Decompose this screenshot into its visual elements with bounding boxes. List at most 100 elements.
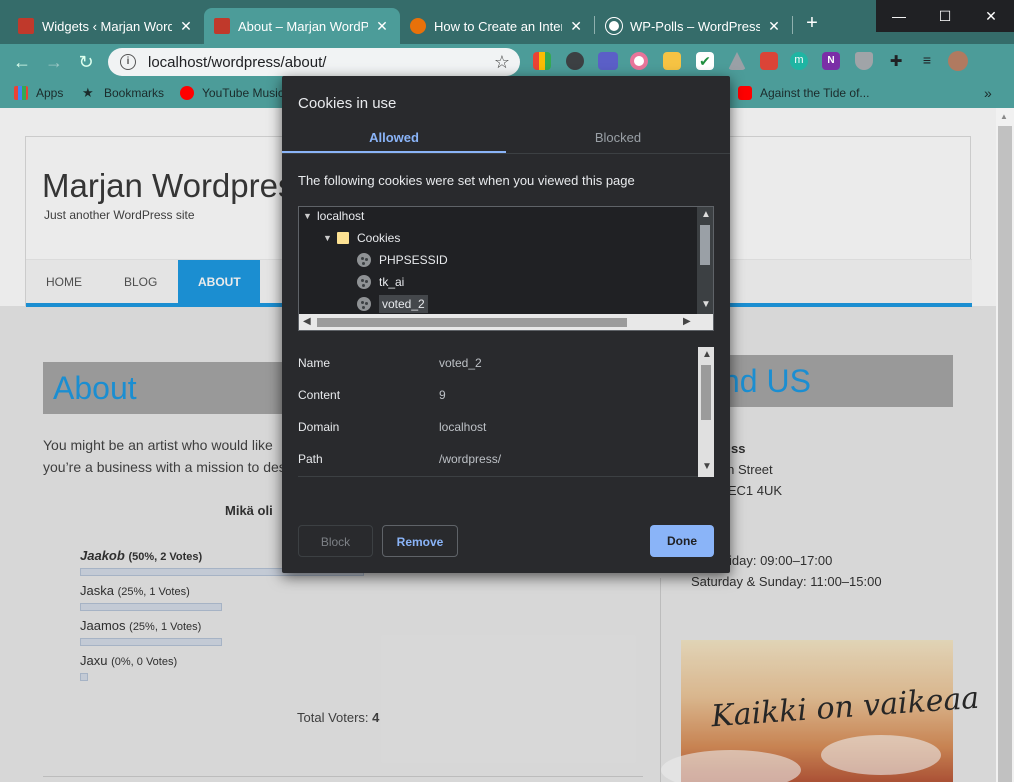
remove-button[interactable]: Remove <box>382 525 458 557</box>
scrollbar-thumb[interactable] <box>317 318 627 327</box>
bookmark-star-icon[interactable]: ☆ <box>494 52 510 73</box>
tab-blocked[interactable]: Blocked <box>506 130 730 145</box>
extension-colorful-icon[interactable] <box>533 52 551 70</box>
page-content-text: You might be an artist who would like yo… <box>43 434 303 478</box>
poll-answer: Jaakob (50%, 2 Votes) <box>80 548 202 563</box>
detail-key: Name <box>298 356 331 370</box>
tab-interactive[interactable]: How to Create an Interactive ✕ <box>400 8 594 44</box>
scroll-down-arrow-icon[interactable]: ▼ <box>701 299 711 310</box>
minimize-button[interactable]: — <box>876 0 922 32</box>
scroll-up-arrow-icon[interactable]: ▲ <box>1000 112 1008 121</box>
close-tab-icon[interactable]: ✕ <box>766 18 782 35</box>
extension-m-icon[interactable]: m <box>790 52 808 70</box>
extension-bulb-icon[interactable] <box>566 52 584 70</box>
detail-value: 9 <box>439 388 446 402</box>
tree-node-cookie-selected[interactable]: voted_2 <box>357 295 428 313</box>
tab-separator <box>594 16 595 34</box>
expand-arrow-icon[interactable]: ▼ <box>303 211 317 221</box>
tree-vertical-scrollbar[interactable]: ▲ ▼ <box>697 207 713 314</box>
tab-allowed[interactable]: Allowed <box>282 130 506 145</box>
poll-answer: Jaamos (25%, 1 Votes) <box>80 618 201 633</box>
extension-shield-icon[interactable] <box>855 52 873 70</box>
tree-node-label: PHPSESSID <box>379 253 448 267</box>
folder-icon <box>337 232 349 244</box>
maximize-button[interactable]: ☐ <box>922 0 968 32</box>
menu-item-blog[interactable]: BLOG <box>104 260 177 304</box>
extension-onenote-icon[interactable]: N <box>822 52 840 70</box>
bookmark-against-the-tide[interactable]: Against the Tide of... <box>738 86 869 100</box>
extension-circle-icon[interactable] <box>630 52 648 70</box>
dialog-description: The following cookies were set when you … <box>298 173 635 188</box>
extension-todoist-icon[interactable] <box>760 52 778 70</box>
extension-face-icon[interactable] <box>663 52 681 70</box>
wordpress-logo-icon <box>605 17 623 35</box>
poll-answer-stats: (0%, 0 Votes) <box>111 656 178 668</box>
profile-avatar[interactable] <box>948 51 968 71</box>
scroll-up-arrow-icon[interactable]: ▲ <box>701 209 711 220</box>
scroll-right-arrow-icon[interactable]: ▶ <box>683 316 691 327</box>
page-scrollbar[interactable]: ▲ <box>996 108 1014 782</box>
menu-item-about[interactable]: ABOUT <box>178 260 260 304</box>
media-queue-icon[interactable]: ≡ <box>918 52 936 70</box>
bookmark-label: Bookmarks <box>104 86 165 100</box>
window-controls: — ☐ ✕ <box>876 0 1014 32</box>
close-tab-icon[interactable]: ✕ <box>178 18 194 35</box>
site-title[interactable]: Marjan Wordpress <box>42 167 311 205</box>
new-tab-button[interactable]: + <box>800 12 824 35</box>
content-line: you’re a business with a mission to des <box>43 459 286 475</box>
more-bookmarks-chevron-icon[interactable]: » <box>984 85 992 101</box>
back-arrow-icon[interactable]: ← <box>10 50 34 74</box>
bookmark-label: Against the Tide of... <box>760 86 870 100</box>
address-bar[interactable]: i localhost/wordpress/about/ ☆ <box>108 48 520 76</box>
cloud-shape <box>661 750 801 782</box>
tab-about[interactable]: About – Marjan WordPress ✕ <box>204 8 400 44</box>
sidebar-divider <box>660 578 661 782</box>
detail-key: Path <box>298 452 323 466</box>
close-tab-icon[interactable]: ✕ <box>568 18 584 35</box>
bookmark-youtube-music[interactable]: YouTube Music <box>180 86 284 100</box>
youtube-icon <box>738 86 752 100</box>
detail-value: voted_2 <box>439 356 482 370</box>
detail-value: /wordpress/ <box>439 452 502 466</box>
extension-timer-icon[interactable] <box>598 52 618 70</box>
tab-wp-polls[interactable]: WP-Polls – WordPress plugin ✕ <box>596 8 792 44</box>
scroll-up-arrow-icon[interactable]: ▲ <box>702 349 712 360</box>
reload-icon[interactable]: ↻ <box>74 50 98 74</box>
details-divider <box>298 476 698 477</box>
cookie-tree[interactable]: ▼ localhost ▼ Cookies PHPSESSID tk_ai vo… <box>298 206 714 331</box>
tab-title: How to Create an Interactive <box>434 18 563 34</box>
tree-node-host[interactable]: ▼ localhost <box>303 209 364 223</box>
tab-strip: Widgets ‹ Marjan Wordpress ✕ About – Mar… <box>0 0 1014 44</box>
tab-widgets[interactable]: Widgets ‹ Marjan Wordpress ✕ <box>8 8 204 44</box>
scrollbar-thumb[interactable] <box>998 126 1012 782</box>
bookmark-bookmarks[interactable]: ★ Bookmarks <box>82 86 165 101</box>
extensions-puzzle-icon[interactable]: ✚ <box>887 52 905 70</box>
details-scrollbar[interactable]: ▲ ▼ <box>698 347 714 477</box>
scrollbar-thumb[interactable] <box>700 225 710 265</box>
tree-node-cookie[interactable]: tk_ai <box>357 275 404 289</box>
info-icon[interactable]: i <box>120 54 136 70</box>
forward-arrow-icon[interactable]: → <box>42 50 66 74</box>
close-window-button[interactable]: ✕ <box>968 0 1014 32</box>
total-voters-count: 4 <box>372 710 380 725</box>
tab-separator <box>282 153 730 154</box>
block-button[interactable]: Block <box>298 525 373 557</box>
extension-drive-icon[interactable] <box>728 52 746 70</box>
poll-answer-label: Jaakob <box>80 548 125 563</box>
cookie-icon <box>357 297 371 311</box>
done-button[interactable]: Done <box>650 525 714 557</box>
poll-answer: Jaxu (0%, 0 Votes) <box>80 653 177 668</box>
menu-item-home[interactable]: HOME <box>26 260 102 304</box>
content-line: You might be an artist who would like <box>43 437 273 453</box>
bookmark-apps[interactable]: Apps <box>14 86 63 100</box>
scrollbar-thumb[interactable] <box>701 365 711 420</box>
extension-check-icon[interactable]: ✔ <box>696 52 714 70</box>
expand-arrow-icon[interactable]: ▼ <box>323 233 337 243</box>
tree-horizontal-scrollbar[interactable]: ◀ ▶ <box>299 314 713 330</box>
tree-node-label: voted_2 <box>379 295 428 313</box>
close-tab-icon[interactable]: ✕ <box>374 18 390 35</box>
scroll-down-arrow-icon[interactable]: ▼ <box>702 461 712 472</box>
scroll-left-arrow-icon[interactable]: ◀ <box>303 316 311 327</box>
tree-node-cookie[interactable]: PHPSESSID <box>357 253 448 267</box>
tree-node-folder[interactable]: ▼ Cookies <box>323 231 400 245</box>
